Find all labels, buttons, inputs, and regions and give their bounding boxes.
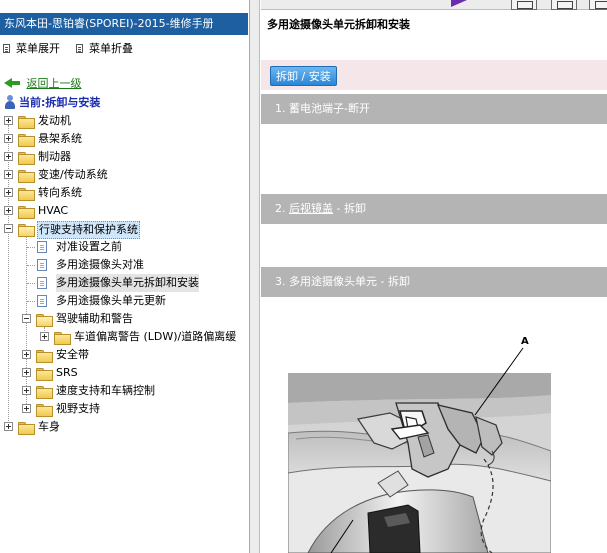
window-icon[interactable] bbox=[511, 0, 537, 10]
folder-icon bbox=[18, 188, 35, 201]
tree-item-label: 行驶支持和保护系统 bbox=[37, 221, 140, 239]
step-link[interactable]: 后视镜盖 bbox=[289, 202, 333, 215]
folder-icon bbox=[18, 170, 35, 183]
folder-icon bbox=[36, 368, 53, 381]
tree-item-label: 发动机 bbox=[38, 114, 71, 127]
expand-all-button[interactable]: 菜单展开 bbox=[3, 40, 60, 58]
folder-icon bbox=[18, 134, 35, 147]
back-link-row[interactable]: 返回上一级 bbox=[4, 76, 82, 92]
tree-item-label: 多用途摄像头单元拆卸和安装 bbox=[56, 274, 199, 292]
expand-toggle[interactable] bbox=[4, 170, 13, 179]
tree-item-label: HVAC bbox=[38, 204, 69, 217]
tree-item-label: 转向系统 bbox=[38, 186, 82, 199]
current-location-label: 当前:拆卸与安装 bbox=[19, 96, 101, 109]
tree-item-label: SRS bbox=[56, 366, 78, 379]
removal-install-band: 拆卸 / 安装 bbox=[261, 60, 607, 90]
manual-title: 东风本田-思铂睿(SPOREI)-2015-维修手册 bbox=[0, 13, 248, 35]
tree-item-label: 安全带 bbox=[56, 348, 89, 361]
page-icon bbox=[37, 241, 47, 253]
toolbar-strip bbox=[261, 0, 607, 10]
folder-icon bbox=[18, 152, 35, 165]
tree-item-label: 车道偏离警告 (LDW)/道路偏离缓 bbox=[74, 330, 237, 343]
folder-icon bbox=[18, 116, 35, 129]
folder-icon bbox=[18, 422, 35, 435]
expand-toggle[interactable] bbox=[22, 368, 31, 377]
step-text: 蓄电池端子-断开 bbox=[289, 102, 370, 115]
tree-item-label: 车身 bbox=[38, 420, 60, 433]
step-number: 1. bbox=[275, 102, 286, 115]
folder-icon bbox=[36, 386, 53, 399]
user-icon bbox=[4, 95, 16, 109]
expand-all-label: 菜单展开 bbox=[16, 42, 60, 55]
tree-connector bbox=[27, 265, 35, 266]
tree-connector bbox=[27, 301, 35, 302]
content-pane: 多用途摄像头单元拆卸和安装 拆卸 / 安装 1. 蓄电池端子-断开 2. 后视镜… bbox=[261, 0, 607, 553]
menu-actions: 菜单展开 菜单折叠 bbox=[0, 40, 248, 58]
folder-icon bbox=[36, 404, 53, 417]
tree-connector bbox=[26, 237, 27, 410]
expand-toggle[interactable] bbox=[4, 422, 13, 431]
expand-toggle[interactable] bbox=[40, 332, 49, 341]
collapse-all-button[interactable]: 菜单折叠 bbox=[76, 40, 133, 58]
tree-item-label: 多用途摄像头对准 bbox=[56, 258, 144, 271]
camera-unit-illustration bbox=[288, 373, 551, 553]
document-icon bbox=[3, 44, 10, 53]
folder-icon bbox=[18, 206, 35, 219]
removal-install-button[interactable]: 拆卸 / 安装 bbox=[270, 66, 337, 86]
window-icon[interactable] bbox=[589, 0, 607, 10]
expand-toggle[interactable] bbox=[22, 386, 31, 395]
expand-toggle[interactable] bbox=[22, 350, 31, 359]
expand-toggle[interactable] bbox=[22, 404, 31, 413]
collapse-toggle[interactable] bbox=[22, 314, 31, 323]
current-location: 当前:拆卸与安装 bbox=[4, 94, 100, 112]
step-header: 1. 蓄电池端子-断开 bbox=[261, 94, 607, 124]
expand-toggle[interactable] bbox=[4, 152, 13, 161]
back-arrow-icon bbox=[4, 77, 22, 89]
expand-toggle[interactable] bbox=[4, 134, 13, 143]
illustration-svg bbox=[288, 373, 551, 553]
step-text: - 拆卸 bbox=[333, 202, 366, 215]
document-title: 多用途摄像头单元拆卸和安装 bbox=[267, 18, 410, 31]
collapse-toggle[interactable] bbox=[4, 224, 13, 233]
step-number: 3. bbox=[275, 275, 286, 288]
tree-item-label: 视野支持 bbox=[56, 402, 100, 415]
page-icon bbox=[37, 259, 47, 271]
tree-connector bbox=[27, 247, 35, 248]
tree-item-label: 对准设置之前 bbox=[56, 240, 122, 253]
expand-toggle[interactable] bbox=[4, 188, 13, 197]
collapse-all-label: 菜单折叠 bbox=[89, 42, 133, 55]
play-icon[interactable] bbox=[451, 0, 467, 7]
step-number: 2. bbox=[275, 202, 286, 215]
pane-splitter[interactable] bbox=[250, 0, 260, 553]
tree-item-label: 制动器 bbox=[38, 150, 71, 163]
folder-icon bbox=[54, 332, 71, 345]
tree-item-label: 悬架系统 bbox=[38, 132, 82, 145]
expand-toggle[interactable] bbox=[4, 116, 13, 125]
tree-item-label: 速度支持和车辆控制 bbox=[56, 384, 155, 397]
folder-icon bbox=[36, 350, 53, 363]
tree-connector bbox=[27, 283, 35, 284]
page-icon bbox=[37, 277, 47, 289]
tree-item-label: 多用途摄像头单元更新 bbox=[56, 294, 166, 307]
tree-item-label: 驾驶辅助和警告 bbox=[56, 312, 133, 325]
step-header: 2. 后视镜盖 - 拆卸 bbox=[261, 194, 607, 224]
window-icon[interactable] bbox=[551, 0, 577, 10]
page-icon bbox=[37, 295, 47, 307]
step-text: 多用途摄像头单元 - 拆卸 bbox=[289, 275, 410, 288]
back-link[interactable]: 返回上一级 bbox=[27, 77, 82, 90]
open-folder-icon bbox=[36, 314, 53, 327]
expand-toggle[interactable] bbox=[4, 206, 13, 215]
document-icon bbox=[76, 44, 83, 53]
tree-item-label: 变速/传动系统 bbox=[38, 168, 108, 181]
open-folder-icon bbox=[18, 224, 35, 237]
step-header: 3. 多用途摄像头单元 - 拆卸 bbox=[261, 267, 607, 297]
navigation-pane: 东风本田-思铂睿(SPOREI)-2015-维修手册 菜单展开 菜单折叠 返回上… bbox=[0, 0, 250, 553]
figure-callout-label: A bbox=[521, 336, 529, 347]
